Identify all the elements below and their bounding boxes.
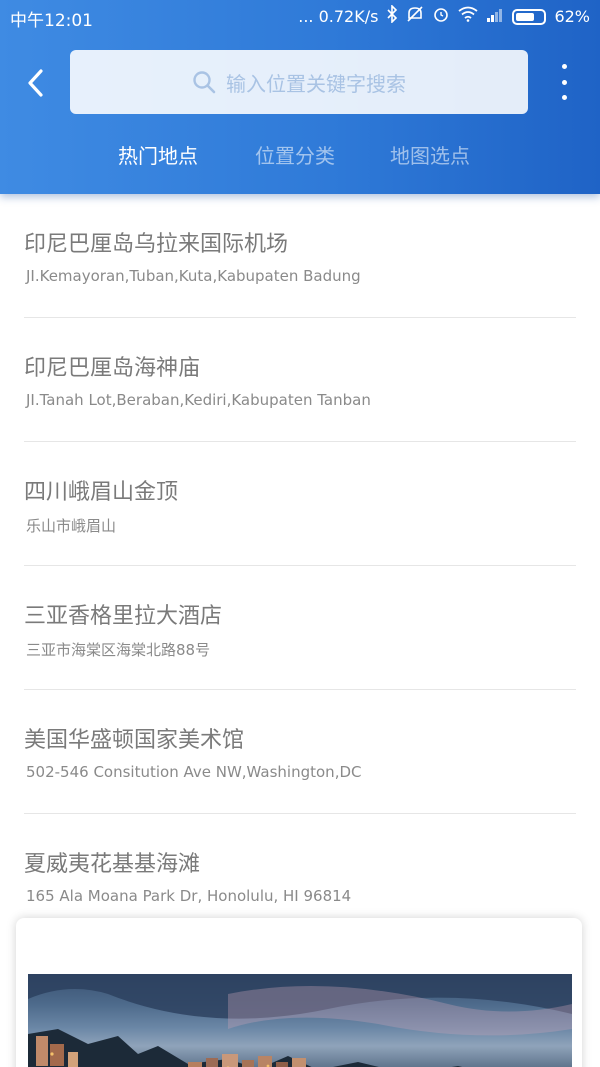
- wifi-icon: [458, 6, 478, 27]
- tab-map-pick[interactable]: 地图选点: [390, 140, 470, 169]
- featured-card[interactable]: [16, 918, 582, 1067]
- signal-icon: [486, 7, 504, 27]
- battery-level: 62%: [554, 6, 590, 26]
- tab-popular-places[interactable]: 热门地点: [118, 140, 198, 169]
- place-title: 美国华盛顿国家美术馆: [24, 728, 245, 753]
- featured-photo: [28, 974, 572, 1067]
- bluetooth-icon: [386, 4, 398, 28]
- alarm-icon: [432, 5, 450, 28]
- network-speed: ... 0.72K/s: [298, 6, 379, 26]
- list-item[interactable]: 印尼巴厘岛海神庙 JI.Tanah Lot,Beraban,Kediri,Kab…: [24, 318, 576, 442]
- list-item[interactable]: 印尼巴厘岛乌拉来国际机场 JI.Kemayoran,Tuban,Kuta,Kab…: [24, 194, 576, 318]
- place-title: 三亚香格里拉大酒店: [24, 604, 223, 629]
- back-button[interactable]: [18, 66, 52, 100]
- place-address: 502-546 Consitution Ave NW,Washington,DC: [26, 763, 362, 781]
- list-item[interactable]: 四川峨眉山金顶 乐山市峨眉山: [24, 442, 576, 566]
- place-title: 夏威夷花基基海滩: [24, 852, 201, 877]
- more-options-button[interactable]: [552, 64, 576, 100]
- tab-location-category[interactable]: 位置分类: [255, 140, 335, 169]
- search-placeholder: 输入位置关键字搜索: [226, 71, 406, 96]
- place-title: 印尼巴厘岛乌拉来国际机场: [24, 232, 289, 257]
- place-address: JI.Kemayoran,Tuban,Kuta,Kabupaten Badung: [26, 267, 361, 285]
- back-arrow-icon: [28, 69, 43, 97]
- list-item[interactable]: 美国华盛顿国家美术馆 502-546 Consitution Ave NW,Wa…: [24, 690, 576, 814]
- place-title: 印尼巴厘岛海神庙: [24, 356, 201, 381]
- status-time: 中午12:01: [10, 11, 93, 31]
- top-app-bar: 中午12:01 ... 0.72K/s 62% 输入位置关键字搜索 热门地点 位…: [0, 0, 600, 194]
- place-list: 印尼巴厘岛乌拉来国际机场 JI.Kemayoran,Tuban,Kuta,Kab…: [0, 194, 600, 938]
- place-address: 三亚市海棠区海棠北路88号: [26, 641, 211, 659]
- more-vertical-icon: [561, 64, 567, 69]
- place-address: 乐山市峨眉山: [26, 517, 117, 535]
- search-icon: [193, 71, 216, 94]
- mute-icon: [406, 5, 424, 28]
- status-icons: ... 0.72K/s 62%: [298, 4, 590, 28]
- place-title: 四川峨眉山金顶: [24, 480, 179, 505]
- status-bar: 中午12:01 ... 0.72K/s 62%: [0, 0, 600, 34]
- battery-icon: [512, 8, 547, 25]
- place-address: JI.Tanah Lot,Beraban,Kediri,Kabupaten Ta…: [26, 391, 371, 409]
- list-item[interactable]: 三亚香格里拉大酒店 三亚市海棠区海棠北路88号: [24, 566, 576, 690]
- search-input[interactable]: 输入位置关键字搜索: [70, 50, 528, 114]
- place-address: 165 Ala Moana Park Dr, Honolulu, HI 9681…: [26, 887, 352, 905]
